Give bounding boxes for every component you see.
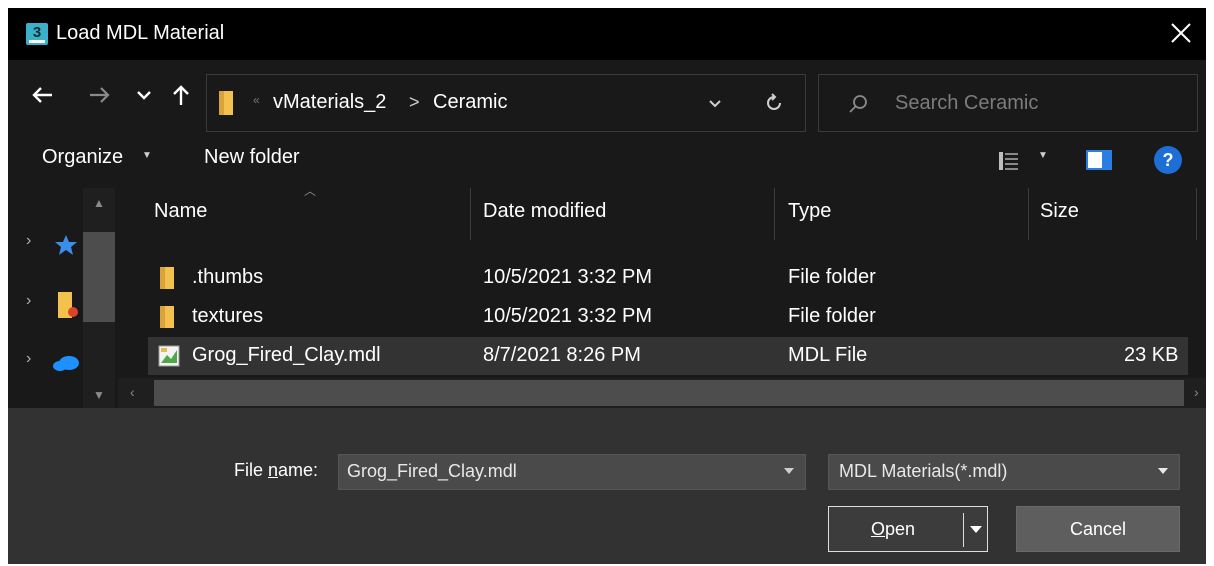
column-header-date[interactable]: Date modified [483, 200, 606, 223]
scroll-up-icon[interactable]: ▲ [83, 196, 115, 210]
chevron-down-icon [137, 91, 151, 100]
recent-locations-button[interactable] [134, 82, 154, 108]
file-name: .thumbs [192, 266, 264, 288]
file-list: ︿ Name Date modified Type Size .thumbs 1… [118, 184, 1206, 378]
refresh-icon[interactable] [762, 91, 786, 115]
app-3dsmax-icon: 3 [26, 23, 48, 45]
scroll-down-icon[interactable]: ▼ [83, 388, 115, 402]
window-title: Load MDL Material [56, 22, 225, 44]
close-icon [1171, 23, 1191, 43]
open-button[interactable]: Open [828, 506, 988, 552]
file-name-label: File name: [234, 460, 319, 480]
file-size: 23 KB [1124, 344, 1179, 366]
file-type: File folder [788, 305, 876, 327]
folder-icon [219, 91, 233, 115]
scroll-right-icon[interactable]: › [1194, 384, 1199, 400]
up-button[interactable] [168, 82, 194, 108]
cancel-button-label: Cancel [1069, 519, 1127, 539]
column-header-name[interactable]: Name [154, 200, 207, 223]
file-date: 10/5/2021 3:32 PM [483, 266, 653, 288]
mdl-file-icon [158, 345, 180, 367]
file-type-dropdown-icon [1158, 468, 1168, 474]
file-date: 8/7/2021 8:26 PM [483, 344, 641, 366]
command-toolbar: Organize ▼ New folder ▼ ? [8, 132, 1206, 188]
expand-arrow[interactable]: › [26, 232, 31, 250]
cancel-button[interactable]: Cancel [1016, 506, 1180, 552]
search-icon [849, 95, 867, 113]
view-options-caret-icon[interactable]: ▼ [1038, 150, 1048, 161]
breadcrumb-vmaterials[interactable]: vMaterials_2 [273, 91, 386, 114]
file-name-field[interactable]: Grog_Fired_Clay.mdl [338, 454, 806, 490]
search-input[interactable]: Search Ceramic [895, 92, 1038, 115]
file-name-dropdown-icon[interactable] [783, 465, 795, 477]
folder-icon [160, 306, 174, 328]
open-button-label: Open [871, 519, 916, 539]
file-name: textures [192, 305, 264, 327]
organize-button[interactable]: Organize [42, 146, 123, 169]
view-options-icon[interactable] [998, 150, 1020, 172]
file-row-grog-fired-clay[interactable]: Grog_Fired_Clay.mdl 8/7/2021 8:26 PM MDL… [148, 337, 1188, 375]
dialog-bottom-panel: File name: Grog_Fired_Clay.mdl MDL Mater… [8, 408, 1206, 564]
organize-caret-icon: ▼ [142, 150, 152, 161]
file-type: MDL File [788, 344, 868, 366]
forward-arrow-icon [90, 87, 110, 103]
folder-icon [160, 267, 174, 289]
open-options-dropdown-icon[interactable] [969, 523, 983, 535]
up-arrow-icon [173, 85, 189, 105]
preview-pane-icon[interactable] [1086, 150, 1112, 170]
back-button[interactable] [30, 82, 56, 108]
address-overflow-chevron[interactable]: « [253, 93, 260, 107]
back-arrow-icon [32, 87, 52, 103]
onedrive-cloud-icon[interactable] [52, 354, 80, 372]
file-type: File folder [788, 266, 876, 288]
nav-pane-scroll-thumb[interactable] [83, 232, 115, 322]
expand-arrow[interactable]: › [26, 350, 31, 368]
file-name: Grog_Fired_Clay.mdl [192, 344, 381, 366]
forward-button[interactable] [86, 82, 112, 108]
address-dropdown-icon[interactable] [707, 97, 723, 111]
navigation-bar: « vMaterials_2 > Ceramic Search Ceramic [8, 60, 1206, 132]
horizontal-scroll-thumb[interactable] [154, 380, 1184, 406]
new-folder-button[interactable]: New folder [204, 146, 300, 169]
column-header-size[interactable]: Size [1040, 200, 1079, 223]
nav-pane-scrollbar[interactable]: ▲ ▼ [83, 188, 115, 408]
documents-folder-icon[interactable] [58, 292, 78, 318]
breadcrumb-separator[interactable]: > [409, 92, 420, 113]
title-bar: 3 Load MDL Material [8, 8, 1206, 60]
file-type-value: MDL Materials(*.mdl) [839, 461, 1008, 481]
file-row-textures[interactable]: textures 10/5/2021 3:32 PM File folder [148, 298, 1188, 336]
breadcrumb-ceramic[interactable]: Ceramic [433, 91, 507, 114]
expand-arrow[interactable]: › [26, 292, 31, 310]
help-icon[interactable]: ? [1154, 146, 1182, 174]
sort-ascending-icon: ︿ [304, 184, 317, 198]
scroll-left-icon[interactable]: ‹ [130, 384, 135, 400]
file-date: 10/5/2021 3:32 PM [483, 305, 653, 327]
column-header-type[interactable]: Type [788, 200, 831, 223]
search-box[interactable]: Search Ceramic [818, 74, 1198, 132]
file-row-thumbs[interactable]: .thumbs 10/5/2021 3:32 PM File folder [148, 259, 1188, 297]
file-name-value: Grog_Fired_Clay.mdl [347, 461, 517, 481]
horizontal-scrollbar[interactable]: ‹ › [118, 378, 1206, 408]
file-type-select[interactable]: MDL Materials(*.mdl) [828, 454, 1180, 490]
address-bar[interactable]: « vMaterials_2 > Ceramic [206, 74, 806, 132]
navigation-pane: › › › ▲ ▼ [8, 188, 118, 408]
quick-access-star-icon[interactable] [54, 234, 78, 256]
close-button[interactable] [1166, 18, 1196, 48]
load-mdl-material-dialog: 3 Load MDL Material « vMaterials_2 > Cer… [8, 8, 1206, 564]
